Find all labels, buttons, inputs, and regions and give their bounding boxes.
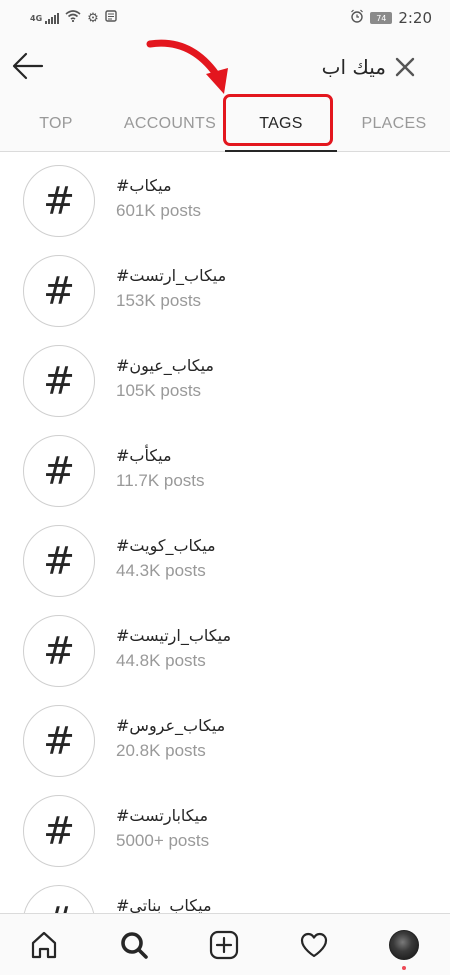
battery-icon: 74 [370,12,393,24]
hashtag-row[interactable]: # #ميكاب_ارتست 153K posts [0,243,450,333]
hashtag-name: #ميكابارتست [116,806,209,825]
search-button[interactable] [117,928,151,962]
hashtag-name: #ميكاب_ارتيست [116,626,232,645]
search-header: TOP ACCOUNTS TAGS PLACES [0,36,450,152]
activity-button[interactable] [297,928,331,962]
hashtag-row[interactable]: # #ميكأب 11.7K posts [0,423,450,513]
status-bar: 4G ⚙ 74 2:20 [0,0,450,36]
status-right: 74 2:20 [350,9,432,27]
hashtag-name: #ميكاب_ارتست [116,266,227,285]
hashtag-name: #ميكاب_بناتي [116,896,212,913]
hashtag-post-count: 44.3K posts [116,561,206,580]
hashtag-post-count: 153K posts [116,291,202,310]
hashtag-post-count: 105K posts [116,381,202,400]
hashtag-icon: # [23,165,95,237]
hashtag-icon: # [23,705,95,777]
hashtag-row[interactable]: # #ميكاب_كويت 44.3K posts [0,513,450,603]
network-type: 4G [30,13,43,23]
hashtag-post-count: 20.8K posts [116,741,206,760]
hashtag-row[interactable]: # #ميكاب 601K posts [0,153,450,243]
arrow-left-icon [12,52,44,80]
hashtag-icon: # [23,255,95,327]
home-icon [31,931,57,959]
notification-icon [105,10,117,26]
search-icon [121,932,148,959]
search-input[interactable] [70,53,386,81]
bottom-navigation [0,913,450,975]
hashtag-icon: # [23,615,95,687]
back-button[interactable] [10,48,50,84]
hashtag-icon: # [23,525,95,597]
hashtag-icon: # [23,345,95,417]
wifi-icon [65,10,81,26]
notification-dot [402,966,406,970]
hashtag-post-count: 5000+ posts [116,831,210,850]
hashtag-row[interactable]: # #ميكابارتست 5000+ posts [0,783,450,873]
clock: 2:20 [398,9,432,27]
tab-top[interactable]: TOP [20,96,92,152]
hashtag-name: #ميكاب_عيون [116,356,214,375]
hashtag-icon: # [23,795,95,867]
hashtag-name: #ميكاب_كويت [116,536,216,555]
new-post-button[interactable] [207,928,241,962]
hashtag-post-count: 11.7K posts [116,471,205,490]
active-tab-indicator [225,150,337,152]
hashtag-name: #ميكأب [116,446,172,465]
hashtag-post-count: 601K posts [116,201,202,220]
hashtag-name: #ميكاب_عروس [116,716,226,735]
hashtag-results-list: # #ميكاب 601K posts # #ميكاب_ارتست 153K … [0,153,450,913]
heart-icon [300,932,328,958]
hashtag-icon: # [23,885,95,913]
profile-button[interactable] [387,928,421,962]
tab-tags[interactable]: TAGS [225,96,337,152]
add-icon [209,930,239,960]
close-icon [395,57,415,77]
alarm-icon [350,9,364,27]
hashtag-row[interactable]: # #ميكاب_ارتيست 44.8K posts [0,603,450,693]
home-button[interactable] [27,928,61,962]
clear-search-button[interactable] [392,54,418,80]
signal-icon [45,12,60,24]
hashtag-row[interactable]: # #ميكاب_عروس 20.8K posts [0,693,450,783]
hashtag-icon: # [23,435,95,507]
hashtag-post-count: 44.8K posts [116,651,206,670]
tab-places[interactable]: PLACES [340,96,448,152]
hashtag-row[interactable]: # #ميكاب_عيون 105K posts [0,333,450,423]
settings-icon: ⚙ [87,10,99,26]
hashtag-name: #ميكاب [116,176,172,195]
status-left: 4G ⚙ [30,10,117,26]
profile-avatar [389,930,419,960]
tab-accounts[interactable]: ACCOUNTS [108,96,232,152]
hashtag-row[interactable]: # #ميكاب_بناتي [0,873,450,913]
search-row [0,36,450,98]
search-tabs: TOP ACCOUNTS TAGS PLACES [0,96,450,152]
